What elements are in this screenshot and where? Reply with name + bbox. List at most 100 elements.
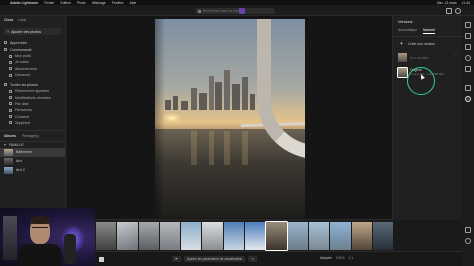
ai-icon[interactable]	[239, 8, 245, 14]
search-icon	[198, 9, 201, 13]
building	[232, 84, 240, 110]
presets-icon[interactable]	[465, 66, 471, 72]
discover-icon	[9, 73, 12, 77]
left-panel: Cloud Local + Ajouter des photos Apprend…	[0, 16, 66, 220]
album-thumbnail	[4, 157, 13, 165]
crop-icon[interactable]	[465, 33, 471, 39]
filter-icon[interactable]	[446, 8, 452, 14]
nav-deleted[interactable]: Supprimé	[0, 120, 65, 126]
microphone	[64, 234, 76, 264]
edit-icon[interactable]	[465, 22, 471, 28]
filmstrip-thumbnail[interactable]	[138, 221, 159, 250]
album-label: Arrt	[16, 159, 22, 164]
flag-button[interactable]: ⚑	[172, 256, 181, 262]
versions-panel: Versions Automatique Nommé + Créer une v…	[392, 16, 462, 220]
info-icon[interactable]	[465, 85, 471, 91]
help-icon[interactable]	[465, 238, 471, 244]
album-item[interactable]: Batiments	[0, 147, 65, 157]
profile-icon	[9, 54, 12, 58]
menu-file[interactable]: Fichier	[44, 1, 54, 5]
filmstrip-thumbnail[interactable]	[181, 221, 202, 250]
filmstrip-thumbnail[interactable]	[159, 221, 181, 250]
filmstrip-thumbnail[interactable]	[372, 221, 394, 250]
rotate-button[interactable]: ↻	[248, 256, 257, 262]
building	[209, 76, 214, 110]
reflection	[209, 131, 214, 165]
filmstrip-thumbnail[interactable]	[202, 221, 223, 250]
tab-local[interactable]: Local	[18, 18, 26, 22]
search-box[interactable]	[195, 8, 275, 14]
version-item[interactable]: Non modifiée ···	[393, 50, 462, 65]
filmstrip-thumbnail[interactable]	[330, 221, 351, 250]
zoom-controls: Adapter 100% 1:1	[320, 256, 353, 260]
filmstrip-thumbnail[interactable]	[96, 221, 117, 250]
add-photos-button[interactable]: + Ajouter des photos	[4, 28, 61, 35]
recent-icon	[9, 89, 12, 93]
building	[191, 88, 197, 110]
nav-community[interactable]: Communauté	[0, 46, 65, 53]
trash-icon	[9, 121, 12, 125]
album-tabs: Albums Partagé(s)	[0, 129, 65, 142]
building	[224, 70, 230, 110]
rating-button[interactable]: Ajouter les paramètres de classification	[183, 256, 246, 262]
versions-icon[interactable]	[465, 96, 471, 102]
subscriptions-icon	[9, 67, 12, 71]
fit-button[interactable]: Adapter	[320, 256, 332, 260]
menu-date[interactable]: Mer. 13 mars	[437, 1, 457, 5]
album-item[interactable]: Arrt 2	[0, 166, 65, 175]
tab-shared[interactable]: Partagé(s)	[22, 134, 39, 138]
calendar-icon	[9, 102, 12, 106]
nav-label: Abonnements	[15, 66, 38, 71]
menu-time[interactable]: 11:44	[462, 1, 470, 5]
nav-label: Apprendre	[10, 40, 27, 45]
nav-all-photos[interactable]: Toutes les photos	[0, 81, 65, 88]
menu-app-name[interactable]: Adobe Lightroom	[10, 1, 38, 5]
filmstrip-thumbnail-selected[interactable]	[265, 220, 288, 251]
vignette	[155, 19, 165, 218]
reflection	[242, 131, 248, 165]
album-label: Batiments	[16, 150, 32, 155]
nav-label: Personnes	[15, 108, 33, 113]
community-icon	[4, 48, 7, 51]
nav-label: Découvrir	[15, 73, 31, 78]
tab-cloud[interactable]: Cloud	[4, 18, 13, 22]
building	[215, 82, 222, 110]
zoom-level[interactable]: 100%	[336, 256, 345, 260]
menu-view[interactable]: Affichage	[92, 1, 106, 5]
main-photo[interactable]	[155, 19, 305, 218]
person-body	[18, 244, 62, 266]
healing-icon[interactable]	[465, 44, 471, 50]
filmstrip-thumbnail[interactable]	[287, 221, 308, 250]
filmstrip-thumbnail[interactable]	[223, 221, 245, 250]
tab-albums[interactable]: Albums	[4, 134, 16, 138]
version-thumbnail	[398, 53, 407, 62]
create-version-label: Créer une version	[408, 41, 435, 46]
filmstrip-thumbnail[interactable]	[245, 221, 266, 250]
nav-label: Supprimé	[15, 120, 31, 125]
zoom-ratio[interactable]: 1:1	[349, 256, 354, 260]
source-tabs: Cloud Local	[0, 16, 65, 24]
album-thumbnail	[4, 166, 13, 174]
filmstrip-thumbnail[interactable]	[117, 221, 138, 250]
group-label: FAMILLE	[8, 142, 24, 147]
menu-help[interactable]: Aide	[129, 1, 136, 5]
more-options-icon[interactable]: ···	[454, 53, 457, 57]
create-version-button[interactable]: + Créer une version	[393, 37, 462, 50]
plus-icon: +	[400, 40, 403, 47]
nav-learn[interactable]: Apprendre	[0, 39, 65, 46]
menu-edit[interactable]: Edition	[60, 1, 70, 5]
filmstrip-thumbnail[interactable]	[308, 221, 330, 250]
comments-icon[interactable]	[465, 227, 471, 233]
album-item[interactable]: Arrt	[0, 157, 65, 166]
masking-icon[interactable]	[465, 55, 471, 61]
tab-automatic[interactable]: Automatique	[398, 28, 417, 34]
menu-window[interactable]: Fenêtre	[112, 1, 124, 5]
filmstrip-thumbnail[interactable]	[351, 221, 372, 250]
building	[181, 101, 188, 110]
panel-title: Versions	[398, 20, 413, 24]
menu-photo[interactable]: Photo	[77, 1, 86, 5]
tab-named[interactable]: Nommé	[423, 28, 435, 34]
search-input[interactable]	[202, 9, 272, 13]
grid-view-icon[interactable]	[99, 257, 104, 262]
account-icon[interactable]	[455, 8, 461, 14]
